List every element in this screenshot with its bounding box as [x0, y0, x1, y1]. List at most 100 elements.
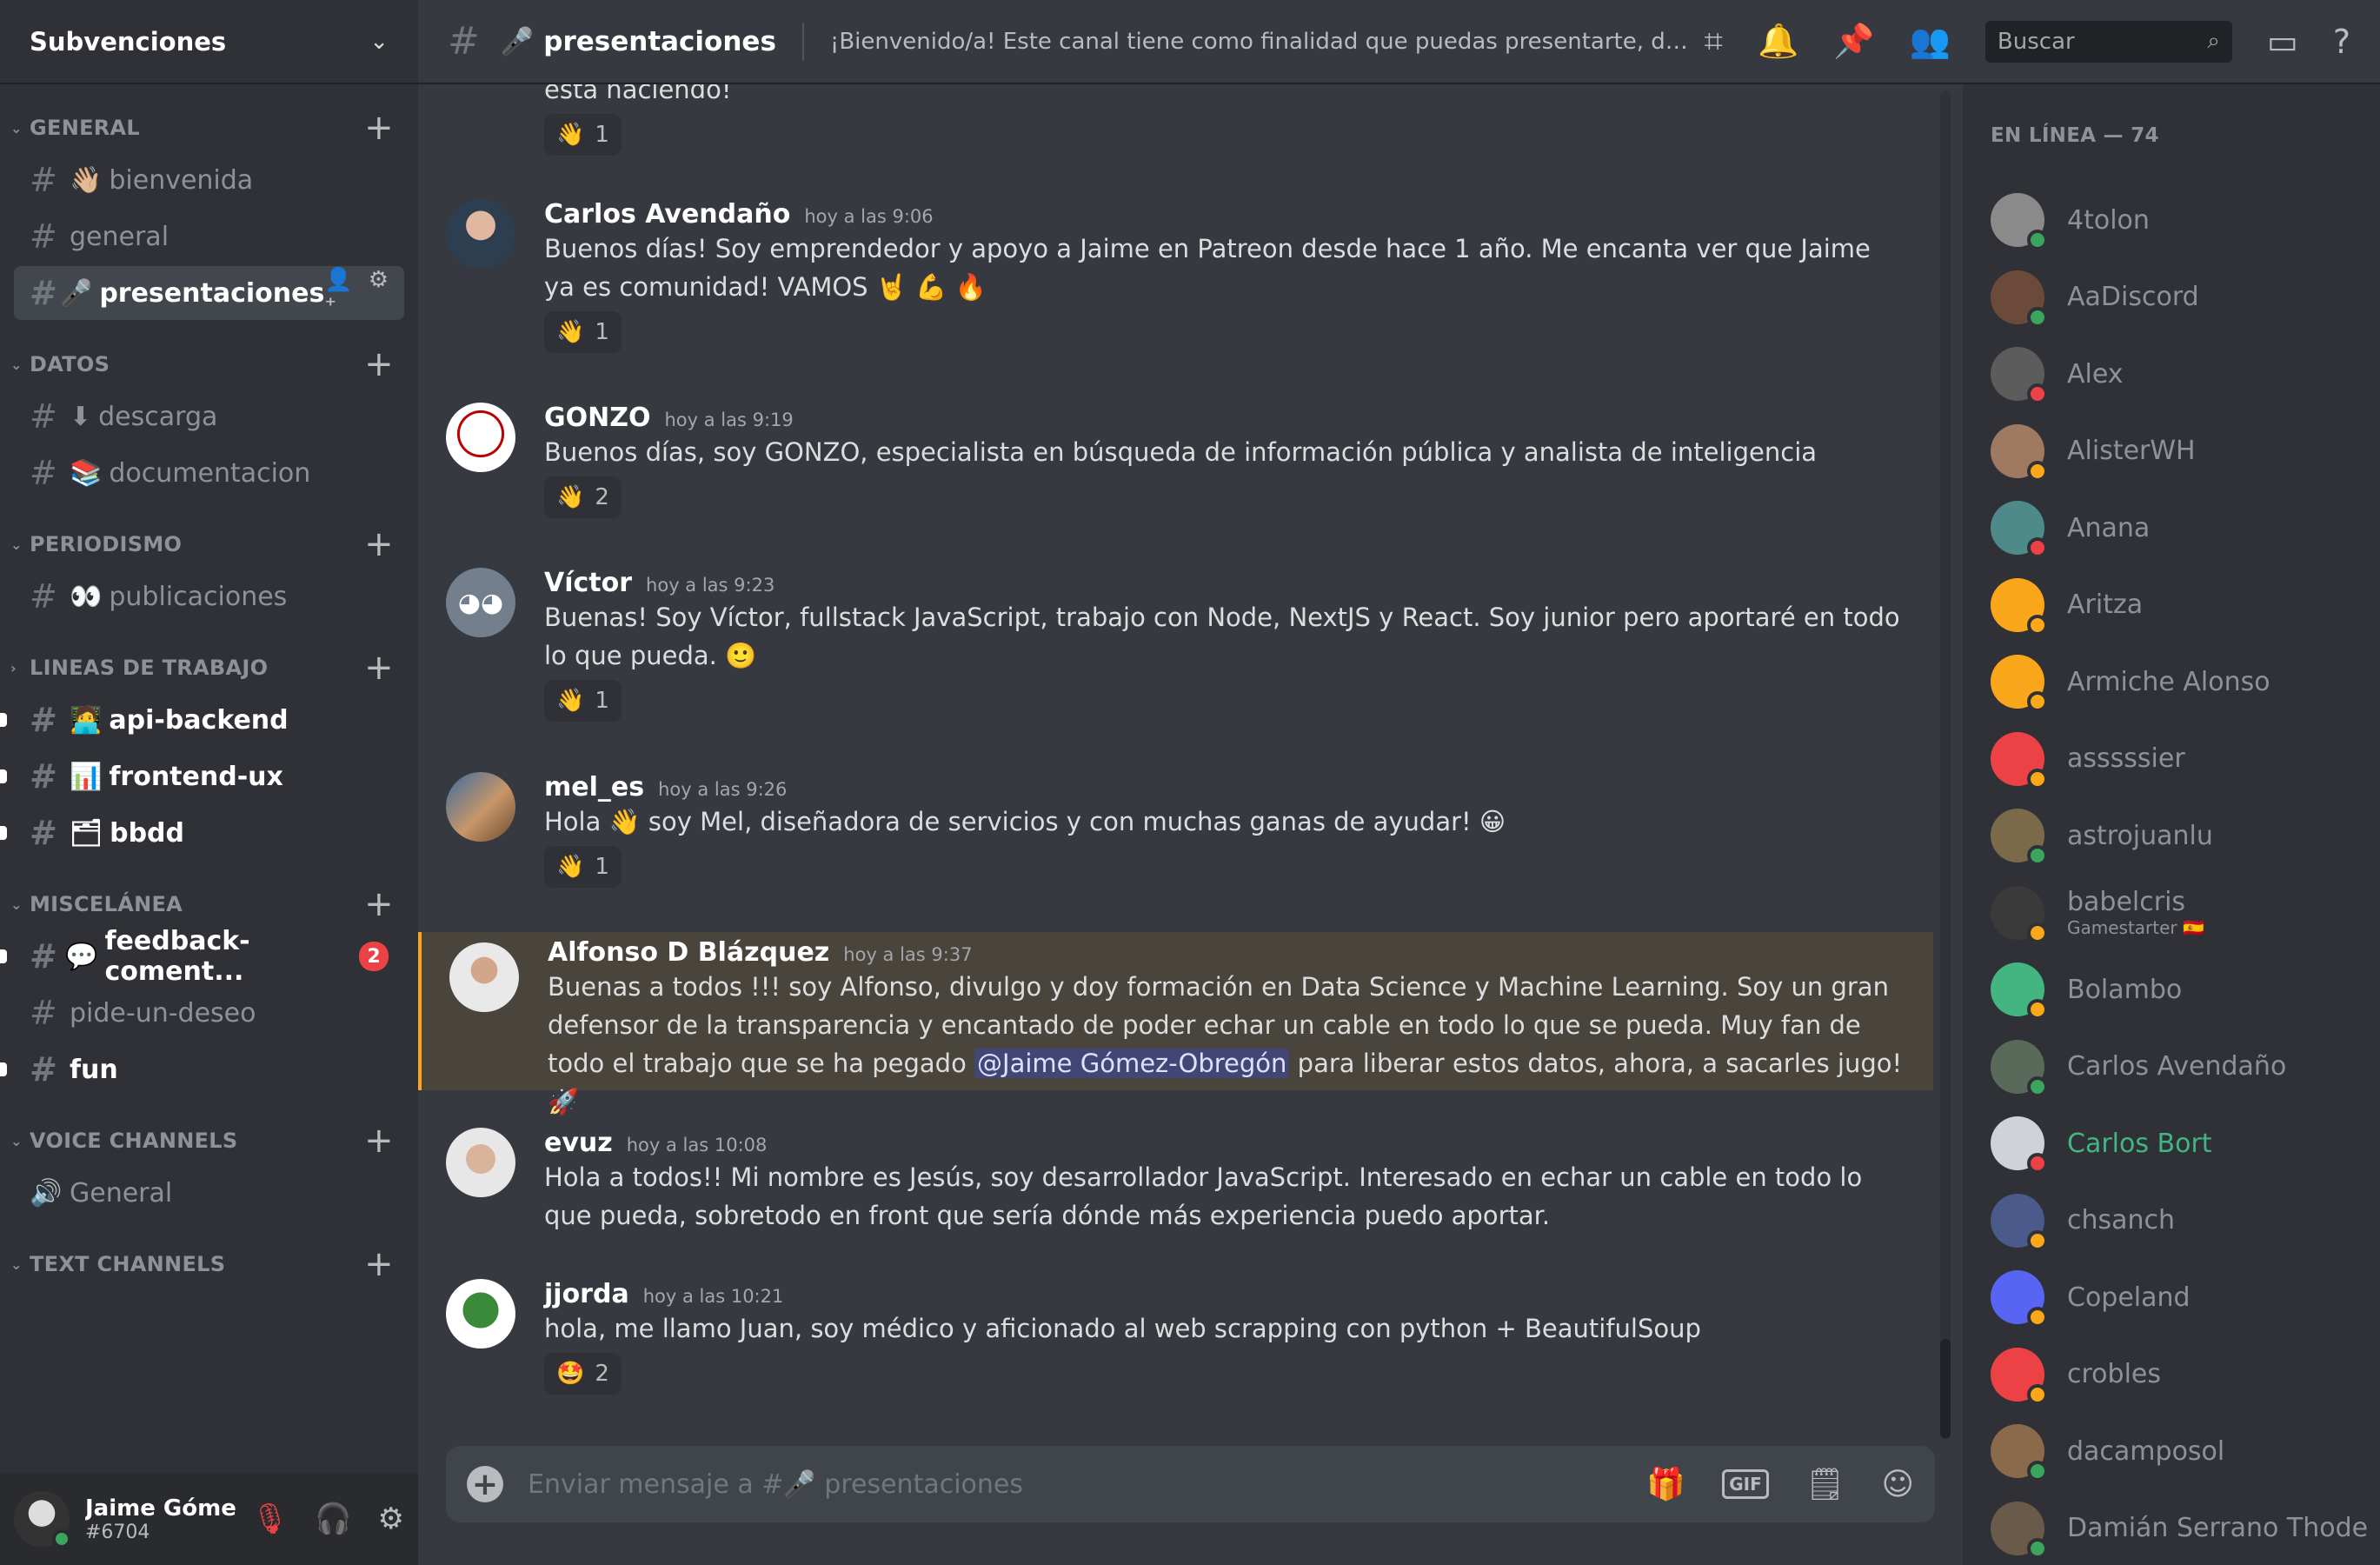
user-avatar[interactable]	[14, 1491, 71, 1548]
message-composer[interactable]: + Enviar mensaje a #🎤 presentaciones 🎁 G…	[446, 1446, 1935, 1522]
user-mention[interactable]: @Jaime Gómez-Obregón	[974, 1049, 1290, 1078]
scrollbar-thumb[interactable]	[1940, 1339, 1951, 1438]
hash-icon: #	[30, 937, 57, 976]
reaction-button[interactable]: 👋 1	[544, 311, 622, 353]
reaction-button[interactable]: 👋 1	[544, 114, 622, 156]
channel-general[interactable]: # general	[14, 210, 404, 263]
channel-frontend-ux[interactable]: # 📊 frontend-ux	[0, 749, 404, 803]
add-channel-icon[interactable]: +	[364, 887, 394, 922]
avatar[interactable]	[446, 1279, 515, 1349]
member-row[interactable]: AlisterWH	[1991, 416, 2373, 486]
category-datos[interactable]: ⌄ DATOS +	[0, 342, 418, 387]
avatar[interactable]	[446, 772, 515, 842]
member-row[interactable]: Anana	[1991, 493, 2373, 563]
reaction-button[interactable]: 👋 2	[544, 476, 622, 518]
sticker-icon[interactable]: 🗒	[1805, 1466, 1845, 1502]
inbox-icon[interactable]: ▭	[2267, 23, 2298, 61]
voice-channel-general[interactable]: 🔊 General	[14, 1166, 404, 1220]
channel-bbdd[interactable]: # 🗂 bbdd	[0, 806, 404, 860]
message-author[interactable]: mel_es	[544, 772, 644, 802]
emoji-picker-icon[interactable]: ☺	[1881, 1467, 1914, 1502]
message-author[interactable]: jjorda	[544, 1279, 629, 1309]
channel-fun[interactable]: # fun	[0, 1042, 404, 1096]
gif-button[interactable]: GIF	[1722, 1469, 1769, 1499]
avatar[interactable]	[446, 199, 515, 269]
member-row[interactable]: Alex	[1991, 339, 2373, 409]
invite-icon[interactable]: 👤⁺	[324, 267, 352, 319]
member-row[interactable]: chsanch	[1991, 1186, 2373, 1255]
message-author[interactable]: Víctor	[544, 568, 632, 598]
reaction-button[interactable]: 🤩 2	[544, 1353, 622, 1395]
member-row[interactable]: asssssier	[1991, 724, 2373, 794]
member-avatar	[1991, 731, 2048, 789]
member-row[interactable]: Copeland	[1991, 1262, 2373, 1332]
add-channel-icon[interactable]: +	[364, 110, 394, 145]
member-row[interactable]: Aritza	[1991, 570, 2373, 640]
category-miscelanea[interactable]: ⌄ MISCELÁNEA +	[0, 882, 418, 927]
headphones-icon[interactable]: 🎧	[315, 1502, 351, 1536]
avatar[interactable]	[446, 1128, 515, 1197]
add-channel-icon[interactable]: +	[364, 347, 394, 382]
message-author[interactable]: evuz	[544, 1128, 613, 1158]
category-text-channels[interactable]: ⌄ TEXT CHANNELS +	[0, 1242, 418, 1287]
add-channel-icon[interactable]: +	[364, 650, 394, 685]
channel-feedback[interactable]: # 💬 feedback-coment... 2	[0, 926, 404, 987]
gear-icon[interactable]: ⚙	[369, 267, 389, 319]
message-author[interactable]: GONZO	[544, 403, 651, 433]
reaction-button[interactable]: 👋 1	[544, 680, 622, 722]
message-author[interactable]: Carlos Avendaño	[544, 199, 790, 230]
member-row[interactable]: Bolambo	[1991, 955, 2373, 1024]
pin-icon[interactable]: 📌	[1833, 22, 1874, 61]
channel-pide-un-deseo[interactable]: # pide-un-deseo	[14, 986, 404, 1040]
mute-microphone-icon[interactable]: 🎙	[251, 1502, 289, 1536]
status-online-indicator	[2027, 845, 2048, 866]
message-input[interactable]: Enviar mensaje a #🎤 presentaciones	[528, 1469, 1023, 1500]
member-name: Alex	[2067, 358, 2124, 390]
member-row[interactable]: Carlos Avendaño	[1991, 1032, 2373, 1102]
avatar[interactable]	[449, 942, 519, 1012]
gift-icon[interactable]: 🎁	[1646, 1466, 1685, 1502]
channel-api-backend[interactable]: # 🧑‍💻 api-backend	[0, 693, 404, 747]
member-row[interactable]: Armiche Alonso	[1991, 647, 2373, 716]
category-periodismo[interactable]: ⌄ PERIODISMO +	[0, 522, 418, 567]
chevron-down-icon[interactable]: ⌄	[369, 29, 389, 55]
member-row[interactable]: babelcris Gamestarter 🇪🇸	[1991, 878, 2373, 948]
category-voice-channels[interactable]: ⌄ VOICE CHANNELS +	[0, 1118, 418, 1163]
member-row[interactable]: AaDiscord	[1991, 263, 2373, 332]
add-channel-icon[interactable]: +	[364, 1123, 394, 1158]
message-time: hoy a las 9:06	[804, 206, 934, 227]
add-attachment-icon[interactable]: +	[467, 1466, 503, 1502]
bell-icon[interactable]: 🔔	[1758, 22, 1798, 61]
channel-topic[interactable]: ¡Bienvenido/a! Este canal tiene como fin…	[830, 29, 1699, 55]
channel-documentacion[interactable]: # 📚 documentacion	[14, 446, 404, 500]
member-avatar	[1991, 423, 2048, 482]
channel-bienvenida[interactable]: # 👋🏼 bienvenida	[14, 153, 404, 207]
avatar[interactable]	[446, 403, 515, 472]
member-row[interactable]: dacamposol	[1991, 1416, 2373, 1486]
add-channel-icon[interactable]: +	[364, 1247, 394, 1282]
category-lineas-de-trabajo[interactable]: › LINEAS DE TRABAJO +	[0, 645, 418, 690]
settings-gear-icon[interactable]: ⚙	[378, 1502, 404, 1536]
help-icon[interactable]: ?	[2333, 23, 2350, 61]
member-row[interactable]: Damián Serrano Thode	[1991, 1494, 2373, 1563]
threads-icon[interactable]: ⌗	[1705, 22, 1723, 61]
member-row[interactable]: astrojuanlu	[1991, 801, 2373, 870]
channel-descarga[interactable]: # ⬇ descarga	[14, 390, 404, 443]
server-header[interactable]: Subvenciones ⌄	[0, 0, 418, 84]
search-input[interactable]: Buscar ⌕	[1984, 20, 2232, 63]
member-row[interactable]: crobles	[1991, 1340, 2373, 1409]
discord-avatar-icon[interactable]: ◕◕	[446, 568, 515, 637]
user-name: Jaime Góme...	[85, 1495, 238, 1522]
add-channel-icon[interactable]: +	[364, 527, 394, 562]
status-online-indicator	[2027, 230, 2048, 250]
member-row[interactable]: Carlos Bort	[1991, 1109, 2373, 1178]
channel-publicaciones[interactable]: # 👀 publicaciones	[14, 569, 404, 623]
category-general[interactable]: ⌄ GENERAL +	[0, 105, 418, 150]
channel-label: documentacion	[109, 457, 311, 489]
member-row[interactable]: 4tolon	[1991, 185, 2373, 255]
reaction-button[interactable]: 👋 1	[544, 846, 622, 888]
members-icon[interactable]: 👥	[1910, 22, 1951, 61]
scrollbar-track[interactable]	[1940, 90, 1951, 1440]
channel-presentaciones[interactable]: # 🎤 presentaciones 👤⁺ ⚙	[14, 266, 404, 320]
message-author[interactable]: Alfonso D Blázquez	[548, 937, 829, 968]
